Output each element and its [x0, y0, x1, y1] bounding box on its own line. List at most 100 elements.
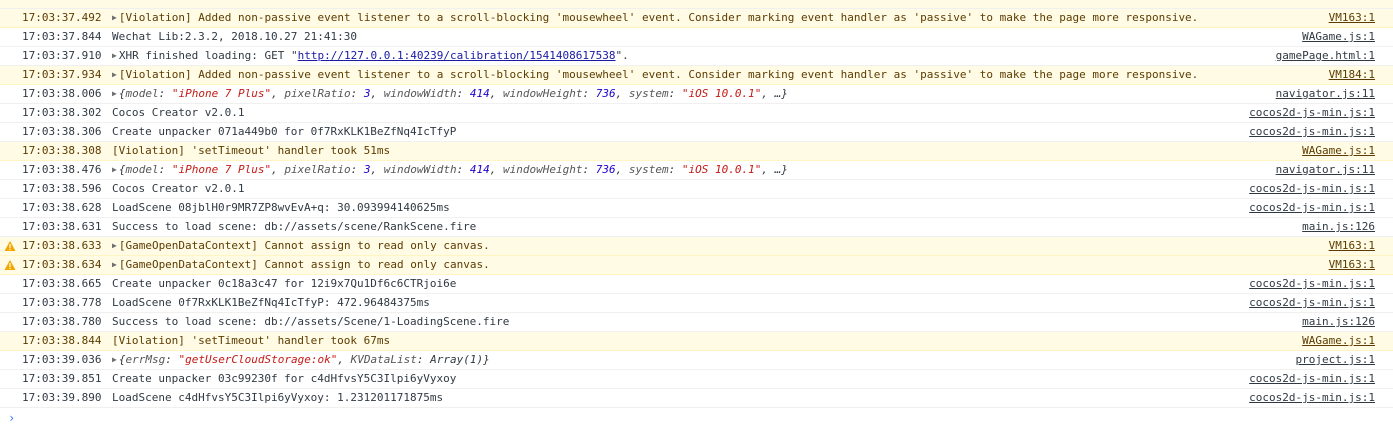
source-link[interactable]: main.js:126: [1302, 313, 1375, 331]
source-link[interactable]: VM163:1: [1329, 256, 1375, 274]
console-message-row[interactable]: 17:03:39.851 Create unpacker 03c99230f fo…: [0, 370, 1393, 389]
message-text: Wechat Lib:2.3.2, 2018.10.27 21:41:30: [112, 28, 1243, 46]
expand-triangle-icon[interactable]: ▶: [112, 161, 117, 179]
console-message-row[interactable]: 17:03:38.634 ▶ [GameOpenDataContext] Canno…: [0, 256, 1393, 275]
source-link[interactable]: WAGame.js:1: [1302, 332, 1375, 350]
object-value: "iPhone 7 Plus": [171, 163, 272, 176]
warning-triangle-icon: [4, 237, 18, 255]
message-body: Cocos Creator v2.0.1: [112, 106, 245, 119]
message-text: Create unpacker 071a449b0 for 0f7RxKLK1B…: [112, 123, 1243, 141]
source-link[interactable]: VM163:1: [1329, 9, 1375, 27]
source-link[interactable]: project.js:1: [1296, 351, 1375, 369]
console-message-row[interactable]: 17:03:38.006 ▶ {model: "iPhone 7 Plus", pi…: [0, 85, 1393, 104]
console-message-row[interactable]: 17:03:38.308 [Violation] 'setTimeout' han…: [0, 142, 1393, 161]
expand-triangle-icon[interactable]: ▶: [112, 85, 117, 103]
console-message-row[interactable]: 17:03:38.302 Cocos Creator v2.0.1 cocos2d-…: [0, 104, 1393, 123]
expand-triangle-icon[interactable]: ▶: [112, 47, 117, 65]
message-body: [Violation] 'setTimeout' handler took 51…: [112, 144, 391, 157]
object-value: "iOS 10.0.1": [681, 87, 762, 100]
timestamp: 17:03:37.844: [22, 30, 102, 43]
console-message-row[interactable]: 17:03:38.628 LoadScene 08jblH0r9MR7ZP8wvE…: [0, 199, 1393, 218]
message-body: LoadScene c4dHfvsY5C3Ilpi6yVyxoy: 1.2312…: [112, 391, 444, 404]
console-message-row[interactable]: 17:03:38.631 Success to load scene: db://…: [0, 218, 1393, 237]
timestamp: 17:03:37.492: [22, 11, 102, 24]
message-text: [Violation] 'setTimeout' handler took 51…: [112, 142, 1243, 160]
timestamp: 17:03:38.631: [22, 220, 102, 233]
source-link[interactable]: cocos2d-js-min.js:1: [1249, 370, 1375, 388]
source-link[interactable]: cocos2d-js-min.js:1: [1249, 199, 1375, 217]
console-message-row[interactable]: 17:03:38.665 Create unpacker 0c18a3c47 fo…: [0, 275, 1393, 294]
console-message-row[interactable]: 17:03:38.476 ▶ {model: "iPhone 7 Plus", pi…: [0, 161, 1393, 180]
object-value: 3: [363, 163, 371, 176]
timestamp: 17:03:37.934: [22, 68, 102, 81]
console-message-row[interactable]: 17:03:38.778 LoadScene 0f7RxKLK1BeZfNq4Ic…: [0, 294, 1393, 313]
console-message-row[interactable]: 17:03:38.306 Create unpacker 071a449b0 fo…: [0, 123, 1393, 142]
message-suffix: ".: [615, 49, 629, 62]
object-value: 3: [363, 87, 371, 100]
console-message-row[interactable]: 17:03:39.890 LoadScene c4dHfvsY5C3Ilpi6yV…: [0, 389, 1393, 408]
source-link[interactable]: cocos2d-js-min.js:1: [1249, 294, 1375, 312]
message-text: LoadScene 08jblH0r9MR7ZP8wvEvA+q: 30.093…: [112, 199, 1243, 217]
timestamp: 17:03:38.778: [22, 296, 102, 309]
object-key: model: [125, 163, 159, 176]
expand-triangle-icon[interactable]: ▶: [112, 66, 117, 84]
object-key: windowWidth: [383, 163, 457, 176]
message-text: ▶ [GameOpenDataContext] Cannot assign to …: [112, 237, 1243, 255]
message-text: ▶ {errMsg: "getUserCloudStorage:ok", KVDa…: [112, 351, 1243, 369]
message-body: Create unpacker 071a449b0 for 0f7RxKLK1B…: [112, 125, 457, 138]
expand-triangle-icon[interactable]: ▶: [112, 351, 117, 369]
console-message-row[interactable]: 17:03:37.492 ▶ [Violation] Added non-passi…: [0, 9, 1393, 28]
expand-triangle-icon[interactable]: ▶: [112, 9, 117, 27]
console-message-row[interactable]: 17:03:38.844 [Violation] 'setTimeout' han…: [0, 332, 1393, 351]
console-message-row[interactable]: 17:03:38.633 ▶ [GameOpenDataContext] Canno…: [0, 237, 1393, 256]
source-link[interactable]: VM163:1: [1329, 237, 1375, 255]
object-value: 736: [595, 87, 616, 100]
object-key: system: [628, 87, 669, 100]
message-text: [Violation] 'setTimeout' handler took 67…: [112, 332, 1243, 350]
message-text: LoadScene 0f7RxKLK1BeZfNq4IcTfyP: 472.96…: [112, 294, 1243, 312]
console-message-row[interactable]: 17:03:39.036 ▶ {errMsg: "getUserCloudStora…: [0, 351, 1393, 370]
object-preview[interactable]: {errMsg: "getUserCloudStorage:ok", KVDat…: [119, 353, 490, 366]
object-key: pixelRatio: [284, 163, 351, 176]
object-value: 736: [595, 163, 616, 176]
xhr-url-link[interactable]: http://127.0.0.1:40239/calibration/15414…: [298, 49, 616, 62]
object-value: …: [774, 163, 782, 176]
source-link[interactable]: navigator.js:11: [1276, 161, 1375, 179]
source-link[interactable]: cocos2d-js-min.js:1: [1249, 389, 1375, 407]
timestamp: 17:03:38.633: [22, 239, 102, 252]
source-link[interactable]: cocos2d-js-min.js:1: [1249, 275, 1375, 293]
object-preview[interactable]: {model: "iPhone 7 Plus", pixelRatio: 3, …: [119, 163, 788, 176]
message-text: ▶ {model: "iPhone 7 Plus", pixelRatio: 3,…: [112, 85, 1243, 103]
message-body: [Violation] 'setTimeout' handler took 67…: [112, 334, 391, 347]
source-link[interactable]: cocos2d-js-min.js:1: [1249, 180, 1375, 198]
message-body: LoadScene 0f7RxKLK1BeZfNq4IcTfyP: 472.96…: [112, 296, 430, 309]
object-preview[interactable]: {model: "iPhone 7 Plus", pixelRatio: 3, …: [119, 87, 788, 100]
source-link[interactable]: WAGame.js:1: [1302, 142, 1375, 160]
console-message-row[interactable]: 17:03:38.596 Cocos Creator v2.0.1 cocos2d-…: [0, 180, 1393, 199]
source-link[interactable]: cocos2d-js-min.js:1: [1249, 104, 1375, 122]
source-link[interactable]: navigator.js:11: [1276, 85, 1375, 103]
source-link[interactable]: WAGame.js:1: [1302, 28, 1375, 46]
console-message-row[interactable]: 17:03:37.844 Wechat Lib:2.3.2, 2018.10.27…: [0, 28, 1393, 47]
object-value: "getUserCloudStorage:ok": [178, 353, 338, 366]
timestamp: 17:03:39.036: [22, 353, 102, 366]
source-link[interactable]: VM184:1: [1329, 66, 1375, 84]
expand-triangle-icon[interactable]: ▶: [112, 237, 117, 255]
message-text: ▶ [GameOpenDataContext] Cannot assign to …: [112, 256, 1243, 274]
object-value: "iOS 10.0.1": [681, 163, 762, 176]
source-link[interactable]: main.js:126: [1302, 218, 1375, 236]
message-text: Create unpacker 03c99230f for c4dHfvsY5C…: [112, 370, 1243, 388]
message-body: [GameOpenDataContext] Cannot assign to r…: [118, 258, 490, 271]
message-body: LoadScene 08jblH0r9MR7ZP8wvEvA+q: 30.093…: [112, 201, 450, 214]
console-message-row[interactable]: 17:03:38.780 Success to load scene: db://…: [0, 313, 1393, 332]
console-message-row[interactable]: 17:03:37.910 ▶ XHR finished loading: GET "…: [0, 47, 1393, 66]
object-key: errMsg: [125, 353, 166, 366]
source-link[interactable]: gamePage.html:1: [1276, 47, 1375, 65]
source-link[interactable]: cocos2d-js-min.js:1: [1249, 123, 1375, 141]
message-text: ▶ [Violation] Added non-passive event lis…: [112, 9, 1243, 27]
console-message-row[interactable]: 17:03:37.934 ▶ [Violation] Added non-passi…: [0, 66, 1393, 85]
object-key: windowHeight: [503, 163, 583, 176]
expand-triangle-icon[interactable]: ▶: [112, 256, 117, 274]
message-text: Cocos Creator v2.0.1: [112, 180, 1243, 198]
console-prompt-row[interactable]: ›: [0, 408, 1393, 428]
